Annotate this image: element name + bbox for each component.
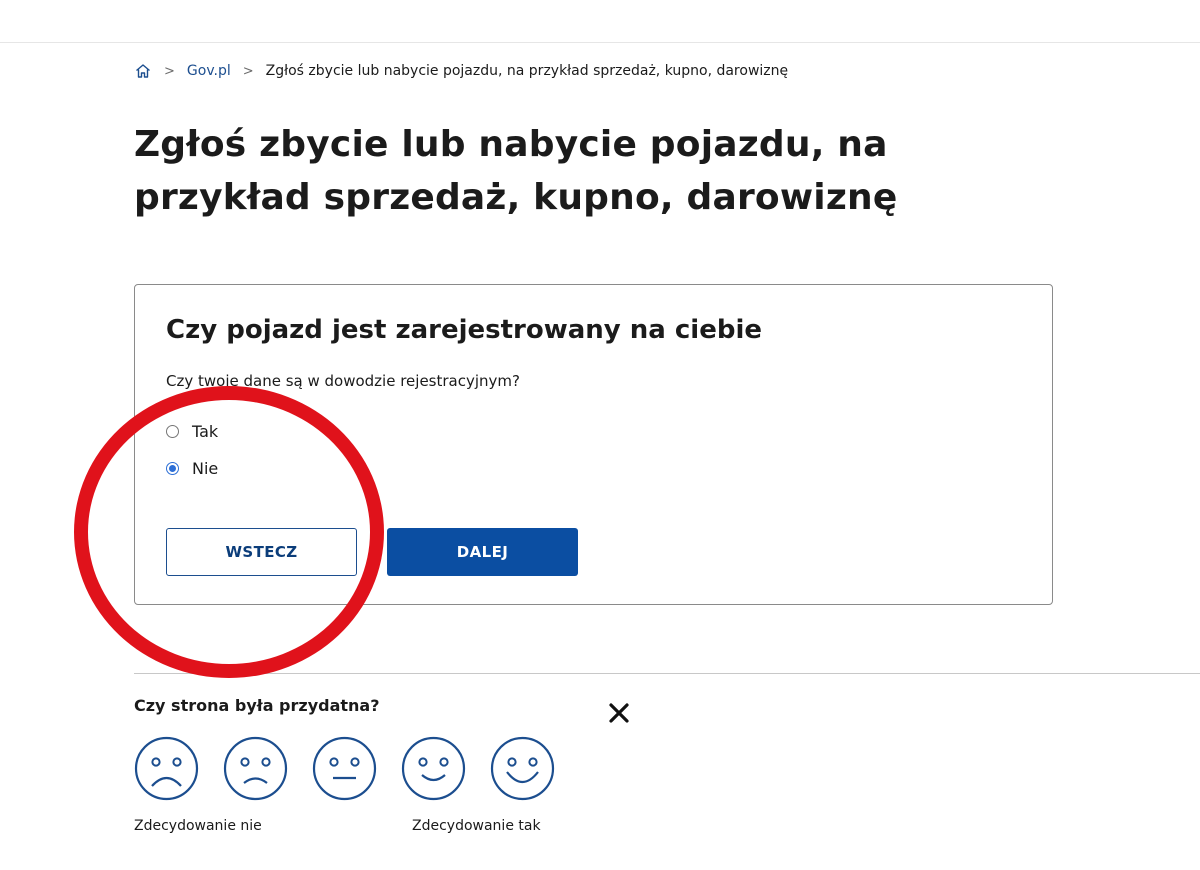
- radio-button-tak[interactable]: [166, 425, 179, 438]
- feedback-label-no: Zdecydowanie nie: [134, 818, 262, 834]
- neutral-face-icon[interactable]: [312, 736, 377, 801]
- chevron-right-icon: >: [242, 63, 254, 79]
- feedback-question: Czy strona była przydatna?: [134, 696, 380, 715]
- next-button[interactable]: DALEJ: [387, 528, 578, 576]
- feedback-label-yes: Zdecydowanie tak: [412, 818, 541, 834]
- home-icon[interactable]: [134, 62, 152, 80]
- header-divider: [0, 42, 1200, 43]
- breadcrumb-current: Zgłoś zbycie lub nabycie pojazdu, na prz…: [265, 63, 789, 79]
- feedback-divider: [134, 673, 1200, 674]
- back-button[interactable]: WSTECZ: [166, 528, 357, 576]
- feedback-faces: [134, 736, 555, 801]
- breadcrumb: > Gov.pl > Zgłoś zbycie lub nabycie poja…: [134, 62, 788, 80]
- radio-label-tak: Tak: [192, 422, 219, 441]
- radio-button-nie[interactable]: [166, 462, 179, 475]
- close-icon[interactable]: [606, 700, 632, 726]
- chevron-right-icon: >: [164, 63, 175, 79]
- very-sad-face-icon[interactable]: [134, 736, 199, 801]
- form-title: Czy pojazd jest zarejestrowany na ciebie: [166, 315, 763, 345]
- radio-option-tak[interactable]: Tak: [166, 422, 218, 441]
- happy-face-icon[interactable]: [401, 736, 466, 801]
- sad-face-icon[interactable]: [223, 736, 288, 801]
- radio-option-nie[interactable]: Nie: [166, 459, 218, 478]
- page-title: Zgłoś zbycie lub nabycie pojazdu, na prz…: [134, 124, 898, 218]
- radio-label-nie: Nie: [192, 459, 219, 478]
- form-question: Czy twoje dane są w dowodzie rejestracyj…: [166, 372, 520, 390]
- very-happy-face-icon[interactable]: [490, 736, 555, 801]
- form-card: Czy pojazd jest zarejestrowany na ciebie…: [134, 284, 1053, 605]
- breadcrumb-link-govpl[interactable]: Gov.pl: [187, 63, 231, 79]
